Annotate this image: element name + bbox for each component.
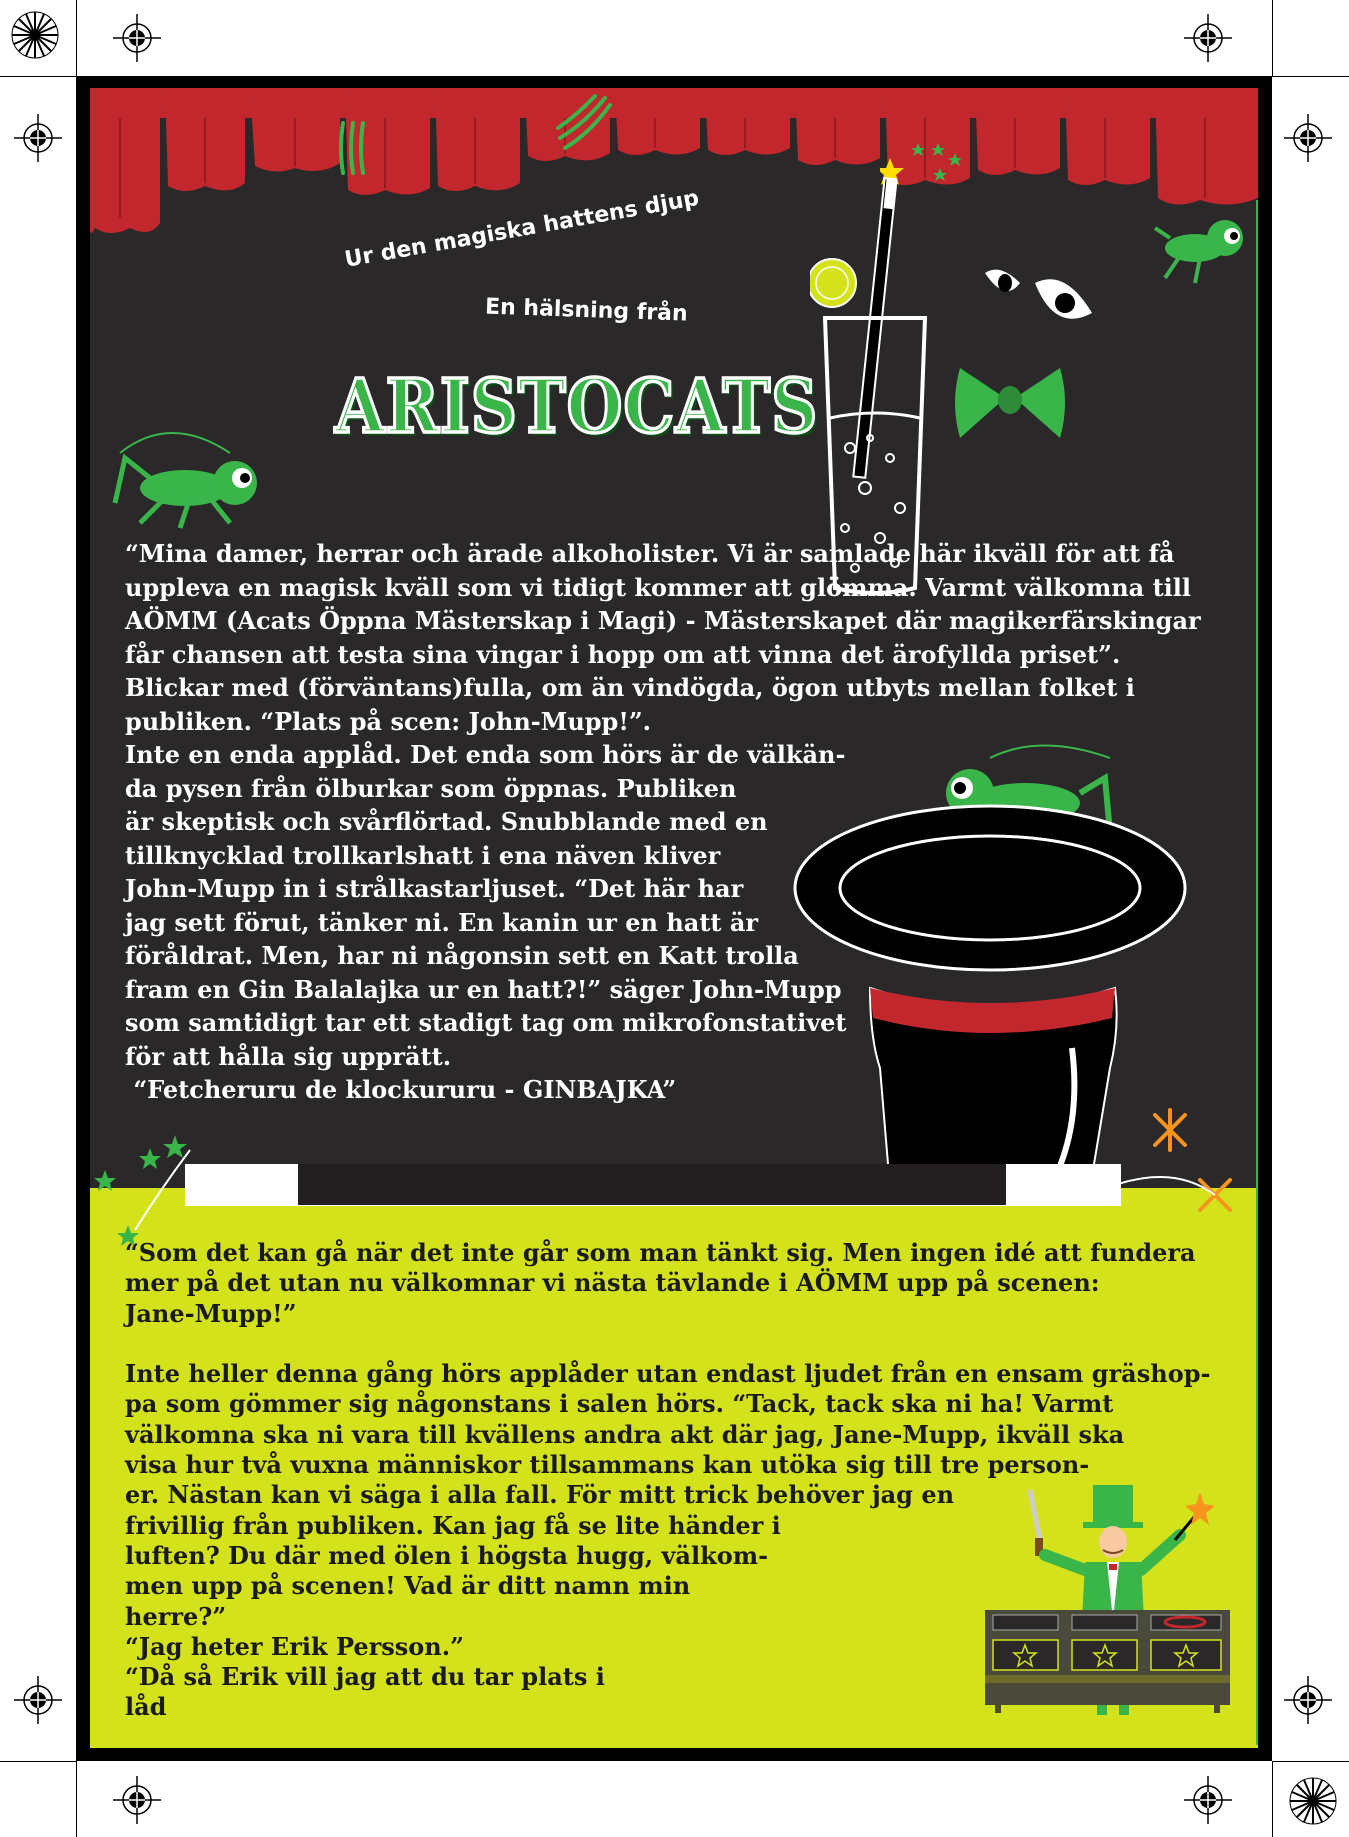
crop-line-top-left <box>0 76 76 77</box>
registration-mark-icon <box>113 1776 161 1824</box>
story-line: välkomna ska ni vara till kvällens andra… <box>125 1419 1125 1449</box>
story-line: tillknycklad trollkarlshatt i ena näven … <box>125 840 721 870</box>
story-line: “Fetcheruru de klockururu - GINBAJKA” <box>125 1075 677 1104</box>
sparkle-stars-icon <box>1115 1108 1232 1212</box>
story-line: Blickar med (förväntans)fulla, om än vin… <box>125 673 1135 702</box>
story-line: pa som gömmer sig någonstans i salen hör… <box>125 1389 1114 1419</box>
crop-line-bottom-left <box>0 1761 76 1762</box>
claw-marks-icon <box>556 94 612 150</box>
story-line: får chansen att testa sina vingar i hopp… <box>125 639 1121 669</box>
grasshopper-icon <box>1153 220 1243 284</box>
starburst-bottom-right-icon <box>1289 1777 1337 1825</box>
sparkle-stars-icon <box>94 1135 191 1246</box>
registration-mark-icon <box>1284 1676 1332 1724</box>
story-line: fram en Gin Balalajka ur en hatt?!” säge… <box>125 974 842 1004</box>
story-line: John-Mupp in i strålkastarljuset. “Det h… <box>125 874 744 903</box>
claw-marks-icon <box>339 121 365 175</box>
story-line: för att hålla sig upprätt. <box>125 1041 452 1071</box>
registration-mark-icon <box>1184 14 1232 62</box>
story-line: “Som det kan gå när det inte går som man… <box>125 1238 1196 1267</box>
registration-mark-icon <box>1184 1776 1232 1824</box>
registration-mark-icon <box>14 114 62 162</box>
grasshopper-icon <box>112 432 257 529</box>
story-line: är skeptisk och svårflörtad. Snubblande … <box>125 807 768 836</box>
story-text-upper: “Mina damer, herrar och ärade alkoholist… <box>125 537 1201 1107</box>
cat-eyes-icon <box>985 269 1092 319</box>
story-line: mer på det utan nu välkomnar vi nästa tä… <box>125 1268 1100 1298</box>
crop-line-bottom-right <box>1272 1761 1349 1762</box>
story-line: AÖMM (Acats Öppna Mästerskap i Magi) - M… <box>125 606 1201 635</box>
bow-tie-icon <box>955 368 1065 438</box>
divider-bar-inner <box>298 1164 1006 1205</box>
story-line: Inte heller denna gång hörs applåder uta… <box>125 1359 1211 1389</box>
crop-line-right <box>1272 0 1273 76</box>
crop-line-left <box>76 0 77 76</box>
magic-box-icon <box>985 1610 1230 1713</box>
story-line: uppleva en magisk kväll som vi tidigt ko… <box>125 572 1192 602</box>
story-line: Inte en enda applåd. Det enda som hörs ä… <box>125 740 846 769</box>
story-line: “Mina damer, herrar och ärade alkoholist… <box>125 539 1175 568</box>
story-line: som samtidigt tar ett stadigt tag om mik… <box>125 1008 847 1037</box>
starburst-top-left-icon <box>11 11 59 59</box>
curtain-icon <box>90 88 1258 233</box>
crop-line-right-bottom <box>1272 1761 1273 1837</box>
story-line: visa hur två vuxna människor tillsammans… <box>125 1450 1090 1480</box>
story-line: jag sett förut, tänker ni. En kanin ur e… <box>125 907 759 937</box>
story-line <box>125 1329 1235 1359</box>
registration-mark-icon <box>1284 114 1332 162</box>
story-line: da pysen från ölburkar som öppnas. Publi… <box>125 773 737 803</box>
crop-line-left-bottom <box>76 1761 77 1837</box>
story-line: föråldrat. Men, har ni någonsin sett en … <box>125 941 799 970</box>
registration-mark-icon <box>14 1676 62 1724</box>
edge-line <box>1256 200 1258 1745</box>
aristocats-logo: ARISTOCATS <box>333 363 819 453</box>
story-line: publiken. “Plats på scen: John-Mupp!”. <box>125 706 652 736</box>
story-line: Jane-Mupp!” <box>125 1298 297 1328</box>
crop-line-top-right <box>1272 76 1349 77</box>
registration-mark-icon <box>113 14 161 62</box>
